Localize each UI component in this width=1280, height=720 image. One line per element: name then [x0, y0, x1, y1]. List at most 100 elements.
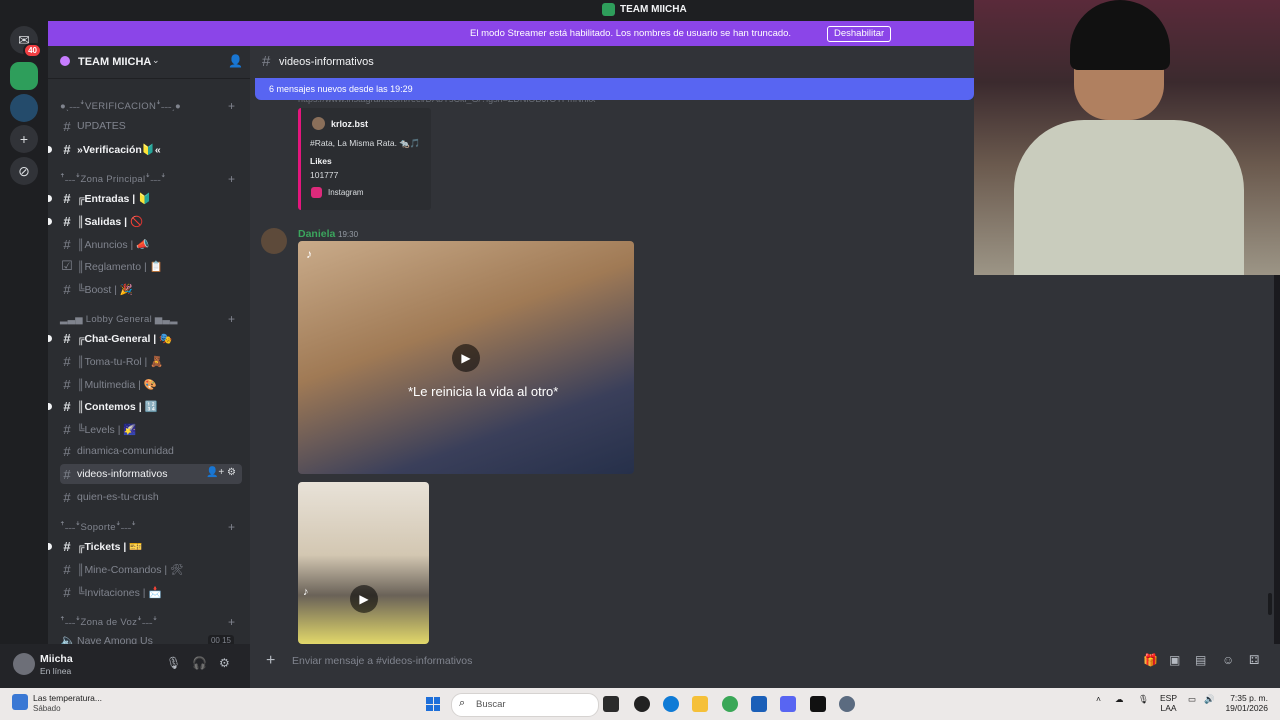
apps-icon[interactable]: ⚃	[1249, 653, 1259, 667]
chat-header: # videos-informativos	[250, 46, 974, 79]
unread-indicator	[48, 195, 52, 202]
sticker-icon[interactable]: ▤	[1195, 653, 1206, 667]
clock[interactable]: 7:35 p. m. 19/01/2026	[1222, 693, 1268, 713]
language-code: ESP	[1160, 693, 1178, 703]
weather-icon[interactable]	[12, 694, 28, 710]
channel-dinamica-comunidad[interactable]: # dinamica-comunidad	[60, 441, 242, 461]
embed-footer: Instagram	[328, 188, 364, 197]
channel-updates[interactable]: # UPDATES	[60, 116, 242, 136]
search-icon: ⌕	[459, 697, 466, 709]
server-other[interactable]	[10, 94, 38, 122]
video-attachment[interactable]: ♪ ▶	[298, 482, 429, 644]
volume-icon[interactable]: 🔊	[1204, 694, 1215, 705]
channel-contemos[interactable]: # ║Contemos | 🔢	[48, 396, 242, 416]
channel-nave-among-us[interactable]: 🔈 Nave Among Us 00 15	[60, 631, 242, 644]
server-header[interactable]: TEAM MIICHA ⌄ 👤	[48, 46, 250, 79]
discover-icon[interactable]: ⊘	[10, 157, 38, 185]
unread-indicator	[48, 218, 52, 225]
weather-title[interactable]: Las temperatura...	[33, 693, 102, 703]
gear-icon[interactable]: ⚙	[219, 656, 230, 670]
microphone-icon[interactable]: 🎙	[166, 656, 181, 670]
video-attachment[interactable]: ♪ ▶ *Le reinicia la vida al otro*	[298, 241, 634, 474]
scrollbar[interactable]	[1268, 593, 1272, 615]
start-icon[interactable]	[426, 697, 440, 711]
channel-reglamento[interactable]: ☑ ║Reglamento | 📋	[60, 256, 242, 276]
message-timestamp: 19:30	[338, 230, 359, 239]
obs-icon[interactable]	[634, 696, 650, 712]
channel-tickets[interactable]: # ╔Tickets | 🎫	[48, 536, 242, 556]
channel-videos-informativos[interactable]: # videos-informativos 👤+ ⚙	[60, 464, 242, 484]
channel-multimedia[interactable]: # ║Multimedia | 🎨	[60, 374, 242, 394]
message-author[interactable]: Daniela	[298, 228, 335, 240]
taskbar-search[interactable]: ⌕ Buscar	[451, 693, 599, 717]
add-channel-icon[interactable]: +	[228, 172, 235, 186]
store-icon[interactable]	[751, 696, 767, 712]
cloud-icon[interactable]: ☁	[1115, 694, 1124, 705]
channel-verificacion[interactable]: # »Verificación🔰«	[48, 139, 242, 159]
headphones-icon[interactable]: 🎧	[192, 656, 207, 670]
weather-subtitle: Sábado	[33, 704, 61, 713]
channel-entradas[interactable]: # ╔Entradas | 🔰	[48, 188, 242, 208]
hash-icon: #	[63, 236, 71, 252]
language-indicator[interactable]: ESP LAA	[1160, 693, 1177, 713]
server-team-miicha[interactable]	[10, 62, 38, 90]
user-panel: Miicha En línea 🎙 🎧 ⚙	[0, 644, 250, 688]
gift-icon[interactable]: 🎁	[1143, 653, 1158, 667]
category-zona-principal[interactable]: ꜛ˗˗˗ꜜZona Principalꜜ˗˗˗ꜜ	[60, 174, 166, 185]
channel-title: videos-informativos	[279, 56, 374, 68]
clock-time: 7:35 p. m.	[1230, 693, 1268, 703]
chrome-icon[interactable]	[722, 696, 738, 712]
settings-app-icon[interactable]	[839, 696, 855, 712]
disable-streamer-button[interactable]: Deshabilitar	[827, 26, 892, 42]
add-server-button[interactable]: +	[10, 125, 38, 153]
new-messages-bar[interactable]: 6 mensajes nuevos desde las 19:29	[255, 78, 974, 100]
channel-invitaciones[interactable]: # ╚Invitaciones | 📩	[60, 582, 242, 602]
add-attachment-icon[interactable]: +	[266, 652, 275, 670]
embed-description: #Rata, La Misma Rata. 🐀🎵	[310, 138, 421, 148]
add-channel-icon[interactable]: +	[228, 99, 235, 113]
search-label: Buscar	[476, 699, 506, 710]
avatar[interactable]	[261, 228, 287, 254]
chevron-up-icon[interactable]: ˄	[1096, 694, 1101, 704]
channel-boost[interactable]: # ╚Boost | 🎉	[60, 279, 242, 299]
message-composer: + 🎁 ▣ ▤ ☺ ⚃	[250, 644, 1280, 688]
webcam-overlay	[974, 0, 1280, 275]
add-channel-icon[interactable]: +	[228, 312, 235, 326]
play-icon[interactable]: ▶	[350, 585, 378, 613]
channel-anuncios[interactable]: # ║Anuncios | 📣	[60, 234, 242, 254]
embed-author[interactable]: krloz.bst	[331, 119, 368, 129]
network-icon[interactable]: ▭	[1188, 694, 1196, 705]
microphone-icon[interactable]: 🎙	[1138, 694, 1149, 705]
clock-date: 19/01/2026	[1225, 703, 1268, 713]
channel-levels[interactable]: # ╚Levels | 🌠	[60, 419, 242, 439]
category-soporte[interactable]: ꜛ˗˗˗ꜜSoporteꜜ˗˗˗ꜜ	[60, 522, 136, 533]
channel-chat-general[interactable]: # ╔Chat-General | 🎭	[48, 328, 242, 348]
category-lobby-general[interactable]: ▂▃▅ Lobby General ▅▃▂	[60, 314, 178, 325]
channel-mine-comandos[interactable]: # ║Mine-Comandos | 🛠	[60, 559, 242, 579]
unread-indicator	[48, 335, 52, 342]
window-title-text: TEAM MIICHA	[620, 4, 687, 15]
channel-settings-icons[interactable]: 👤+ ⚙	[206, 467, 236, 478]
file-explorer-icon[interactable]	[692, 696, 708, 712]
message-input[interactable]	[290, 652, 1094, 670]
direct-messages-button[interactable]: ✉ 40	[10, 26, 42, 58]
gif-icon[interactable]: ▣	[1169, 653, 1180, 667]
avatar[interactable]	[13, 653, 35, 675]
emoji-icon[interactable]: ☺	[1222, 653, 1234, 667]
channel-toma-tu-rol[interactable]: # ║Toma-tu-Rol | 🧸	[60, 351, 242, 371]
category-verificacion[interactable]: ●ˎ˗˗˗ꜜVERIFICACIONꜜ˗˗˗ˏ●	[60, 101, 181, 112]
task-view-icon[interactable]	[603, 696, 619, 712]
play-icon[interactable]: ▶	[452, 344, 480, 372]
discord-icon[interactable]	[780, 696, 796, 712]
edge-icon[interactable]	[663, 696, 679, 712]
invite-people-icon[interactable]: 👤	[228, 54, 243, 68]
hash-icon: #	[63, 141, 71, 157]
user-status: En línea	[40, 666, 72, 676]
category-zona-de-voz[interactable]: ꜛ˗˗˗ꜜZona de Vozꜜ˗˗˗ꜜ	[60, 617, 158, 628]
hash-icon: #	[63, 118, 71, 134]
channel-quien-es-tu-crush[interactable]: # quien-es-tu-crush	[60, 487, 242, 507]
epic-games-icon[interactable]	[810, 696, 826, 712]
channel-salidas[interactable]: # ║Salidas | 🚫	[48, 211, 242, 231]
add-channel-icon[interactable]: +	[228, 520, 235, 534]
add-channel-icon[interactable]: +	[228, 615, 235, 629]
